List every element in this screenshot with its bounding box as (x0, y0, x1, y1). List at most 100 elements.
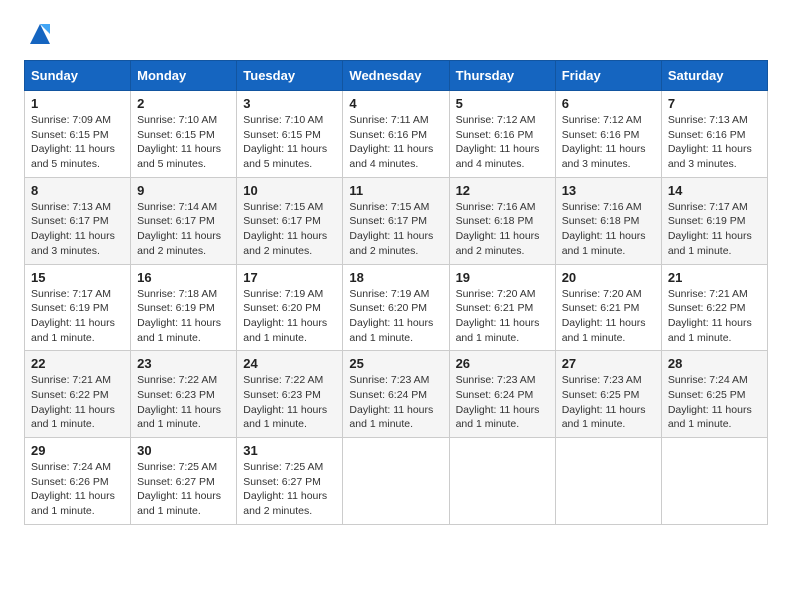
day-number: 16 (137, 270, 230, 285)
dow-header-friday: Friday (555, 61, 661, 91)
day-info: Sunrise: 7:10 AM Sunset: 6:15 PM Dayligh… (243, 113, 336, 172)
day-info: Sunrise: 7:23 AM Sunset: 6:25 PM Dayligh… (562, 373, 655, 432)
calendar-cell: 23 Sunrise: 7:22 AM Sunset: 6:23 PM Dayl… (131, 351, 237, 438)
day-info: Sunrise: 7:09 AM Sunset: 6:15 PM Dayligh… (31, 113, 124, 172)
day-info: Sunrise: 7:21 AM Sunset: 6:22 PM Dayligh… (31, 373, 124, 432)
day-info: Sunrise: 7:24 AM Sunset: 6:25 PM Dayligh… (668, 373, 761, 432)
calendar-cell: 12 Sunrise: 7:16 AM Sunset: 6:18 PM Dayl… (449, 177, 555, 264)
dow-header-monday: Monday (131, 61, 237, 91)
day-number: 6 (562, 96, 655, 111)
calendar-cell: 21 Sunrise: 7:21 AM Sunset: 6:22 PM Dayl… (661, 264, 767, 351)
calendar-cell: 16 Sunrise: 7:18 AM Sunset: 6:19 PM Dayl… (131, 264, 237, 351)
calendar-cell: 19 Sunrise: 7:20 AM Sunset: 6:21 PM Dayl… (449, 264, 555, 351)
day-info: Sunrise: 7:22 AM Sunset: 6:23 PM Dayligh… (137, 373, 230, 432)
day-number: 21 (668, 270, 761, 285)
day-number: 29 (31, 443, 124, 458)
day-number: 3 (243, 96, 336, 111)
day-number: 10 (243, 183, 336, 198)
calendar-cell: 11 Sunrise: 7:15 AM Sunset: 6:17 PM Dayl… (343, 177, 449, 264)
day-info: Sunrise: 7:17 AM Sunset: 6:19 PM Dayligh… (668, 200, 761, 259)
calendar-cell: 27 Sunrise: 7:23 AM Sunset: 6:25 PM Dayl… (555, 351, 661, 438)
calendar-cell: 20 Sunrise: 7:20 AM Sunset: 6:21 PM Dayl… (555, 264, 661, 351)
day-info: Sunrise: 7:17 AM Sunset: 6:19 PM Dayligh… (31, 287, 124, 346)
calendar-week-5: 29 Sunrise: 7:24 AM Sunset: 6:26 PM Dayl… (25, 438, 768, 525)
day-info: Sunrise: 7:24 AM Sunset: 6:26 PM Dayligh… (31, 460, 124, 519)
day-info: Sunrise: 7:23 AM Sunset: 6:24 PM Dayligh… (349, 373, 442, 432)
calendar-cell: 14 Sunrise: 7:17 AM Sunset: 6:19 PM Dayl… (661, 177, 767, 264)
calendar-cell: 1 Sunrise: 7:09 AM Sunset: 6:15 PM Dayli… (25, 91, 131, 178)
day-info: Sunrise: 7:13 AM Sunset: 6:16 PM Dayligh… (668, 113, 761, 172)
dow-header-thursday: Thursday (449, 61, 555, 91)
day-number: 28 (668, 356, 761, 371)
logo (24, 20, 54, 48)
day-number: 26 (456, 356, 549, 371)
day-info: Sunrise: 7:20 AM Sunset: 6:21 PM Dayligh… (562, 287, 655, 346)
day-number: 24 (243, 356, 336, 371)
dow-header-wednesday: Wednesday (343, 61, 449, 91)
day-info: Sunrise: 7:10 AM Sunset: 6:15 PM Dayligh… (137, 113, 230, 172)
day-info: Sunrise: 7:12 AM Sunset: 6:16 PM Dayligh… (562, 113, 655, 172)
day-number: 18 (349, 270, 442, 285)
day-info: Sunrise: 7:15 AM Sunset: 6:17 PM Dayligh… (349, 200, 442, 259)
day-number: 13 (562, 183, 655, 198)
day-number: 23 (137, 356, 230, 371)
day-info: Sunrise: 7:18 AM Sunset: 6:19 PM Dayligh… (137, 287, 230, 346)
calendar-cell: 9 Sunrise: 7:14 AM Sunset: 6:17 PM Dayli… (131, 177, 237, 264)
calendar-cell: 24 Sunrise: 7:22 AM Sunset: 6:23 PM Dayl… (237, 351, 343, 438)
calendar-cell: 2 Sunrise: 7:10 AM Sunset: 6:15 PM Dayli… (131, 91, 237, 178)
dow-header-saturday: Saturday (661, 61, 767, 91)
calendar-cell: 26 Sunrise: 7:23 AM Sunset: 6:24 PM Dayl… (449, 351, 555, 438)
day-info: Sunrise: 7:21 AM Sunset: 6:22 PM Dayligh… (668, 287, 761, 346)
calendar-week-2: 8 Sunrise: 7:13 AM Sunset: 6:17 PM Dayli… (25, 177, 768, 264)
day-info: Sunrise: 7:12 AM Sunset: 6:16 PM Dayligh… (456, 113, 549, 172)
calendar-cell: 29 Sunrise: 7:24 AM Sunset: 6:26 PM Dayl… (25, 438, 131, 525)
day-number: 1 (31, 96, 124, 111)
calendar-cell: 13 Sunrise: 7:16 AM Sunset: 6:18 PM Dayl… (555, 177, 661, 264)
day-number: 12 (456, 183, 549, 198)
calendar-table: SundayMondayTuesdayWednesdayThursdayFrid… (24, 60, 768, 525)
day-info: Sunrise: 7:16 AM Sunset: 6:18 PM Dayligh… (456, 200, 549, 259)
day-number: 14 (668, 183, 761, 198)
calendar-cell: 25 Sunrise: 7:23 AM Sunset: 6:24 PM Dayl… (343, 351, 449, 438)
calendar-cell: 30 Sunrise: 7:25 AM Sunset: 6:27 PM Dayl… (131, 438, 237, 525)
day-number: 20 (562, 270, 655, 285)
day-info: Sunrise: 7:14 AM Sunset: 6:17 PM Dayligh… (137, 200, 230, 259)
day-number: 30 (137, 443, 230, 458)
logo-icon (26, 20, 54, 48)
day-info: Sunrise: 7:11 AM Sunset: 6:16 PM Dayligh… (349, 113, 442, 172)
day-number: 11 (349, 183, 442, 198)
calendar-cell: 10 Sunrise: 7:15 AM Sunset: 6:17 PM Dayl… (237, 177, 343, 264)
calendar-cell (555, 438, 661, 525)
day-number: 15 (31, 270, 124, 285)
calendar-cell: 6 Sunrise: 7:12 AM Sunset: 6:16 PM Dayli… (555, 91, 661, 178)
day-number: 27 (562, 356, 655, 371)
calendar-cell: 4 Sunrise: 7:11 AM Sunset: 6:16 PM Dayli… (343, 91, 449, 178)
day-number: 9 (137, 183, 230, 198)
calendar-cell: 17 Sunrise: 7:19 AM Sunset: 6:20 PM Dayl… (237, 264, 343, 351)
day-number: 4 (349, 96, 442, 111)
calendar-cell (449, 438, 555, 525)
day-number: 25 (349, 356, 442, 371)
calendar-week-1: 1 Sunrise: 7:09 AM Sunset: 6:15 PM Dayli… (25, 91, 768, 178)
day-number: 5 (456, 96, 549, 111)
calendar-cell: 5 Sunrise: 7:12 AM Sunset: 6:16 PM Dayli… (449, 91, 555, 178)
day-number: 2 (137, 96, 230, 111)
day-info: Sunrise: 7:15 AM Sunset: 6:17 PM Dayligh… (243, 200, 336, 259)
calendar-cell: 18 Sunrise: 7:19 AM Sunset: 6:20 PM Dayl… (343, 264, 449, 351)
header (24, 20, 768, 48)
calendar-cell: 22 Sunrise: 7:21 AM Sunset: 6:22 PM Dayl… (25, 351, 131, 438)
dow-header-tuesday: Tuesday (237, 61, 343, 91)
calendar-cell: 31 Sunrise: 7:25 AM Sunset: 6:27 PM Dayl… (237, 438, 343, 525)
calendar-week-3: 15 Sunrise: 7:17 AM Sunset: 6:19 PM Dayl… (25, 264, 768, 351)
day-number: 31 (243, 443, 336, 458)
day-number: 8 (31, 183, 124, 198)
calendar-cell: 7 Sunrise: 7:13 AM Sunset: 6:16 PM Dayli… (661, 91, 767, 178)
day-info: Sunrise: 7:25 AM Sunset: 6:27 PM Dayligh… (137, 460, 230, 519)
day-info: Sunrise: 7:13 AM Sunset: 6:17 PM Dayligh… (31, 200, 124, 259)
calendar-cell: 8 Sunrise: 7:13 AM Sunset: 6:17 PM Dayli… (25, 177, 131, 264)
day-info: Sunrise: 7:20 AM Sunset: 6:21 PM Dayligh… (456, 287, 549, 346)
day-info: Sunrise: 7:25 AM Sunset: 6:27 PM Dayligh… (243, 460, 336, 519)
day-info: Sunrise: 7:19 AM Sunset: 6:20 PM Dayligh… (243, 287, 336, 346)
calendar-cell (343, 438, 449, 525)
calendar-cell: 28 Sunrise: 7:24 AM Sunset: 6:25 PM Dayl… (661, 351, 767, 438)
